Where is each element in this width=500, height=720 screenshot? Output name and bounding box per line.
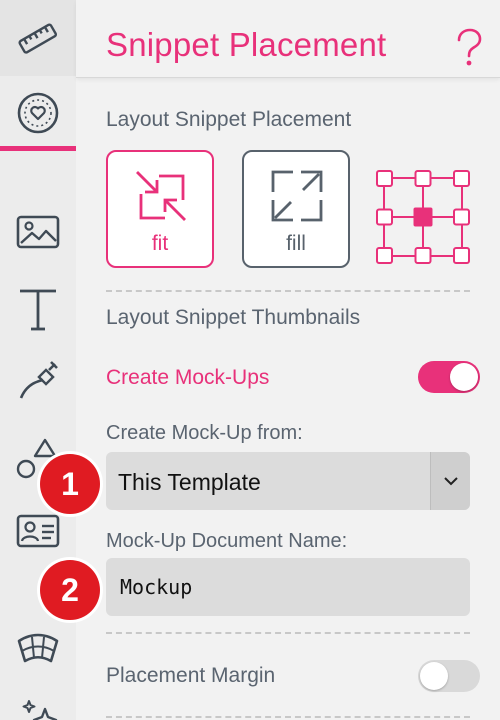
annotation-marker-1: 1: [40, 454, 100, 514]
pen-tool-icon[interactable]: [13, 356, 63, 406]
placement-panel: Snippet Placement Layout Snippet Placeme…: [76, 0, 500, 720]
doc-name-field[interactable]: [106, 558, 470, 616]
anchor-point-grid[interactable]: [376, 170, 470, 269]
annotation-marker-2: 2: [40, 560, 100, 620]
fit-arrows-icon: [136, 171, 186, 221]
fit-label: fit: [151, 232, 169, 255]
doc-name-input[interactable]: [120, 572, 450, 602]
placement-section-label: Layout Snippet Placement: [106, 108, 352, 131]
image-icon[interactable]: [13, 206, 63, 256]
section-divider: [106, 632, 470, 634]
chevron-down-icon: [444, 477, 458, 486]
warp-icon[interactable]: [13, 624, 63, 674]
fill-label: fill: [286, 232, 306, 255]
panel-header: Snippet Placement: [76, 0, 500, 78]
sparkle-icon[interactable]: [13, 690, 63, 720]
ruler-icon[interactable]: [13, 14, 63, 64]
section-divider: [106, 290, 470, 292]
page-title: Snippet Placement: [106, 26, 387, 63]
text-icon[interactable]: [13, 284, 63, 334]
section-divider: [106, 716, 470, 718]
fill-button[interactable]: fill: [242, 150, 350, 268]
toggle-knob: [450, 363, 478, 391]
select-dropdown-button[interactable]: [430, 452, 470, 510]
question-icon[interactable]: [454, 28, 484, 68]
doc-name-label: Mock-Up Document Name:: [106, 530, 348, 552]
contact-card-icon[interactable]: [13, 506, 63, 556]
create-mockups-label: Create Mock-Ups: [106, 366, 270, 389]
mockup-from-label: Create Mock-Up from:: [106, 422, 303, 444]
mockup-from-select[interactable]: This Template: [106, 452, 470, 510]
fit-button[interactable]: fit: [106, 150, 214, 268]
create-mockups-toggle[interactable]: [418, 361, 480, 393]
active-tab-indicator: [0, 146, 76, 151]
thumbnails-section-label: Layout Snippet Thumbnails: [106, 306, 361, 329]
placement-margin-toggle[interactable]: [418, 660, 480, 692]
toggle-knob: [420, 662, 448, 690]
placement-margin-label: Placement Margin: [106, 664, 276, 687]
mockup-from-value: This Template: [118, 469, 261, 495]
heart-circle-icon[interactable]: [13, 88, 63, 138]
fill-arrows-icon: [271, 170, 323, 222]
